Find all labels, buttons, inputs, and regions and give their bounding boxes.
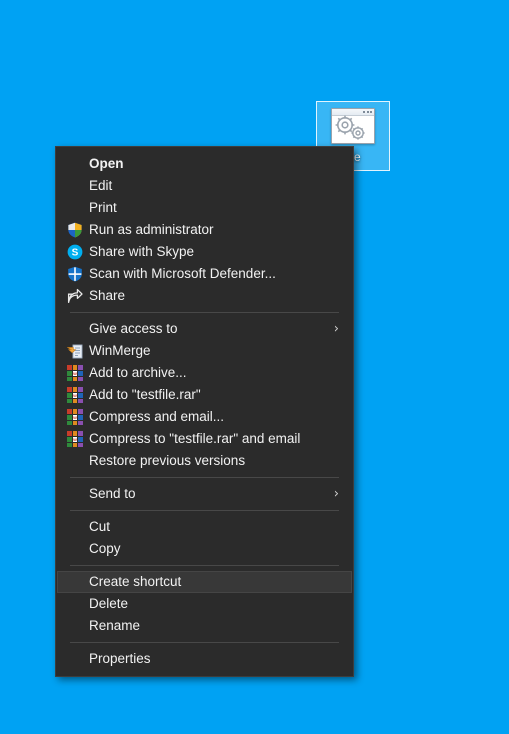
menu-item-label: Send to <box>89 486 136 501</box>
menu-item-compress-and-email[interactable]: W Compress and email... <box>57 406 352 428</box>
menu-item-label: Open <box>89 156 124 171</box>
menu-separator <box>70 510 339 511</box>
menu-item-edit[interactable]: Edit <box>57 175 352 197</box>
menu-item-print[interactable]: Print <box>57 197 352 219</box>
menu-item-cut[interactable]: Cut <box>57 516 352 538</box>
menu-icon-slot-empty <box>67 200 89 216</box>
menu-item-restore-previous-versions[interactable]: Restore previous versions <box>57 450 352 472</box>
defender-shield-icon <box>67 266 89 282</box>
menu-item-label: Add to "testfile.rar" <box>89 387 201 402</box>
menu-icon-slot-empty <box>67 574 89 590</box>
menu-item-label: Copy <box>89 541 121 556</box>
menu-item-give-access-to[interactable]: Give access to › <box>57 318 352 340</box>
menu-item-share[interactable]: Share <box>57 285 352 307</box>
menu-item-label: Share with Skype <box>89 244 195 259</box>
winrar-icon: W <box>67 365 89 381</box>
menu-icon-slot-empty <box>67 618 89 634</box>
menu-item-share-with-skype[interactable]: S Share with Skype <box>57 241 352 263</box>
menu-icon-slot-empty <box>67 321 89 337</box>
menu-item-label: Print <box>89 200 117 215</box>
menu-item-label: Compress and email... <box>89 409 225 424</box>
gears-glyph-icon <box>335 115 365 140</box>
menu-item-label: Run as administrator <box>89 222 214 237</box>
menu-item-label: Share <box>89 288 126 303</box>
menu-icon-slot-empty <box>67 596 89 612</box>
chevron-right-icon: › <box>333 486 339 502</box>
svg-text:S: S <box>72 248 79 259</box>
menu-item-label: Cut <box>89 519 111 534</box>
menu-item-label: Create shortcut <box>89 574 182 589</box>
skype-icon: S <box>67 244 89 260</box>
menu-item-copy[interactable]: Copy <box>57 538 352 560</box>
menu-item-run-as-administrator[interactable]: Run as administrator <box>57 219 352 241</box>
menu-item-label: Edit <box>89 178 113 193</box>
menu-item-add-to-archive[interactable]: W Add to archive... <box>57 362 352 384</box>
menu-item-label: Give access to <box>89 321 178 336</box>
menu-item-create-shortcut[interactable]: Create shortcut <box>57 571 352 593</box>
menu-icon-slot-empty <box>67 156 89 172</box>
menu-item-label: Rename <box>89 618 141 633</box>
menu-icon-slot-empty <box>67 453 89 469</box>
desktop-background[interactable]: file OpenEditPrintRun as administratorSS… <box>0 0 509 734</box>
application-gears-icon <box>329 108 377 148</box>
menu-separator <box>70 312 339 313</box>
menu-item-open[interactable]: Open <box>57 153 352 175</box>
uac-shield-icon <box>67 222 89 238</box>
menu-item-label: Compress to "testfile.rar" and email <box>89 431 301 446</box>
menu-icon-slot-empty <box>67 486 89 502</box>
menu-item-send-to[interactable]: Send to › <box>57 483 352 505</box>
menu-separator <box>70 642 339 643</box>
winmerge-icon <box>67 343 89 359</box>
menu-icon-slot-empty <box>67 178 89 194</box>
menu-item-add-to-testfilerar[interactable]: W Add to "testfile.rar" <box>57 384 352 406</box>
menu-item-label: Properties <box>89 651 151 666</box>
share-icon <box>67 288 89 304</box>
context-menu[interactable]: Open Edit Print Run as administrator S Share … <box>55 146 354 677</box>
menu-icon-slot-empty <box>67 541 89 557</box>
winrar-icon: W <box>67 387 89 403</box>
menu-item-delete[interactable]: Delete <box>57 593 352 615</box>
menu-item-winmerge[interactable]: WinMerge <box>57 340 352 362</box>
menu-item-rename[interactable]: Rename <box>57 615 352 637</box>
menu-separator <box>70 565 339 566</box>
menu-item-properties[interactable]: Properties <box>57 648 352 670</box>
chevron-right-icon: › <box>333 321 339 337</box>
menu-item-compress-to-testfilerar-and-email[interactable]: W Compress to "testfile.rar" and email <box>57 428 352 450</box>
menu-item-label: Restore previous versions <box>89 453 246 468</box>
menu-item-label: Delete <box>89 596 129 611</box>
winrar-icon: W <box>67 431 89 447</box>
menu-item-scan-with-microsoft-defender[interactable]: Scan with Microsoft Defender... <box>57 263 352 285</box>
menu-icon-slot-empty <box>67 651 89 667</box>
menu-icon-slot-empty <box>67 519 89 535</box>
menu-separator <box>70 477 339 478</box>
winrar-icon: W <box>67 409 89 425</box>
menu-item-label: Add to archive... <box>89 365 187 380</box>
menu-item-label: Scan with Microsoft Defender... <box>89 266 276 281</box>
menu-item-label: WinMerge <box>89 343 151 358</box>
